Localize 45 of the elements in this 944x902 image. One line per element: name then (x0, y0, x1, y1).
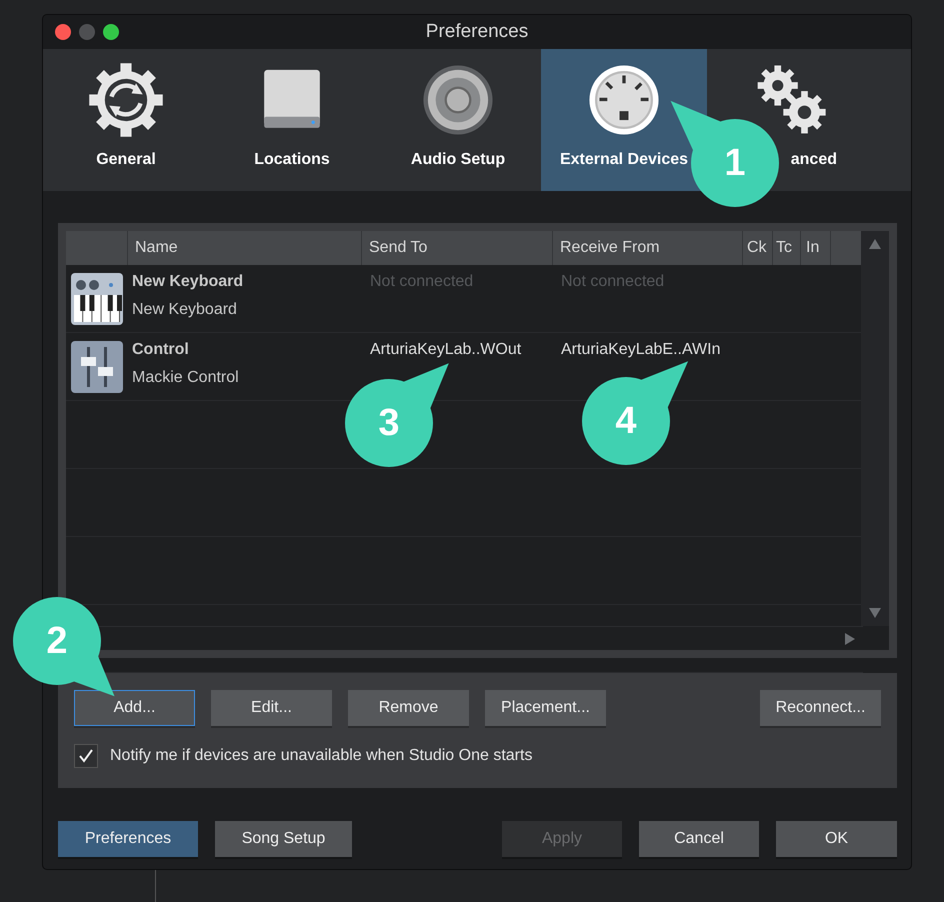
column-header[interactable]: In (801, 231, 831, 265)
device-button[interactable]: Edit... (211, 690, 332, 726)
column-header[interactable]: Send To (362, 231, 553, 265)
callout-tooltip-number: 2 (46, 620, 68, 663)
column-header[interactable]: Ck (743, 231, 773, 265)
preferences-tab[interactable]: External Devices (541, 49, 707, 191)
checkbox-label: Notify me if devices are unavailable when Studio One starts (110, 747, 532, 765)
footer-button[interactable]: OK (776, 821, 897, 857)
column-header[interactable]: Name (128, 231, 362, 265)
scroll-up-icon[interactable] (868, 239, 882, 249)
device-name: Control (132, 341, 190, 359)
window-title: Preferences (426, 21, 528, 43)
device-button[interactable]: Placement... (485, 690, 606, 726)
device-button[interactable]: Remove (348, 690, 469, 726)
checkmark-icon (78, 748, 94, 764)
vertical-scrollbar[interactable] (861, 231, 889, 626)
footer-button[interactable]: Cancel (639, 821, 759, 857)
device-type: Mackie Control (132, 369, 240, 387)
keyboard-icon (71, 272, 123, 324)
callout-tooltip-number: 3 (378, 402, 400, 445)
zoom-button[interactable] (103, 24, 119, 40)
receive-port: Not connected (561, 273, 664, 290)
send-port: ArturiaKeyLab..WOut (370, 341, 522, 358)
preferences-tab[interactable]: Locations (209, 49, 375, 191)
device-type: New Keyboard (132, 301, 238, 319)
column-header[interactable]: Tc (773, 231, 801, 265)
footer-button[interactable]: Song Setup (215, 821, 352, 857)
preferences-tab[interactable]: Audio Setup (375, 49, 541, 191)
callout-tooltip-number: 1 (724, 142, 746, 185)
checkbox[interactable] (74, 744, 98, 768)
send-port: Not connected (370, 273, 474, 290)
device-name: New Keyboard (132, 273, 244, 291)
scroll-right-icon[interactable] (845, 632, 855, 644)
device-button[interactable]: Add... (74, 690, 195, 726)
receive-port: ArturiaKeyLabE..AWIn (561, 341, 720, 358)
device-button[interactable]: Reconnect... (760, 690, 881, 726)
close-button[interactable] (55, 24, 71, 40)
preferences-tab[interactable]: General (43, 49, 209, 191)
minimize-button[interactable] (79, 24, 95, 40)
mixer-icon (71, 340, 123, 392)
scroll-down-icon[interactable] (868, 608, 882, 618)
gear-icon (87, 61, 165, 139)
callout-tooltip-number: 4 (615, 400, 637, 443)
footer-button[interactable]: Preferences (58, 821, 198, 857)
column-header[interactable]: Receive From (553, 231, 743, 265)
